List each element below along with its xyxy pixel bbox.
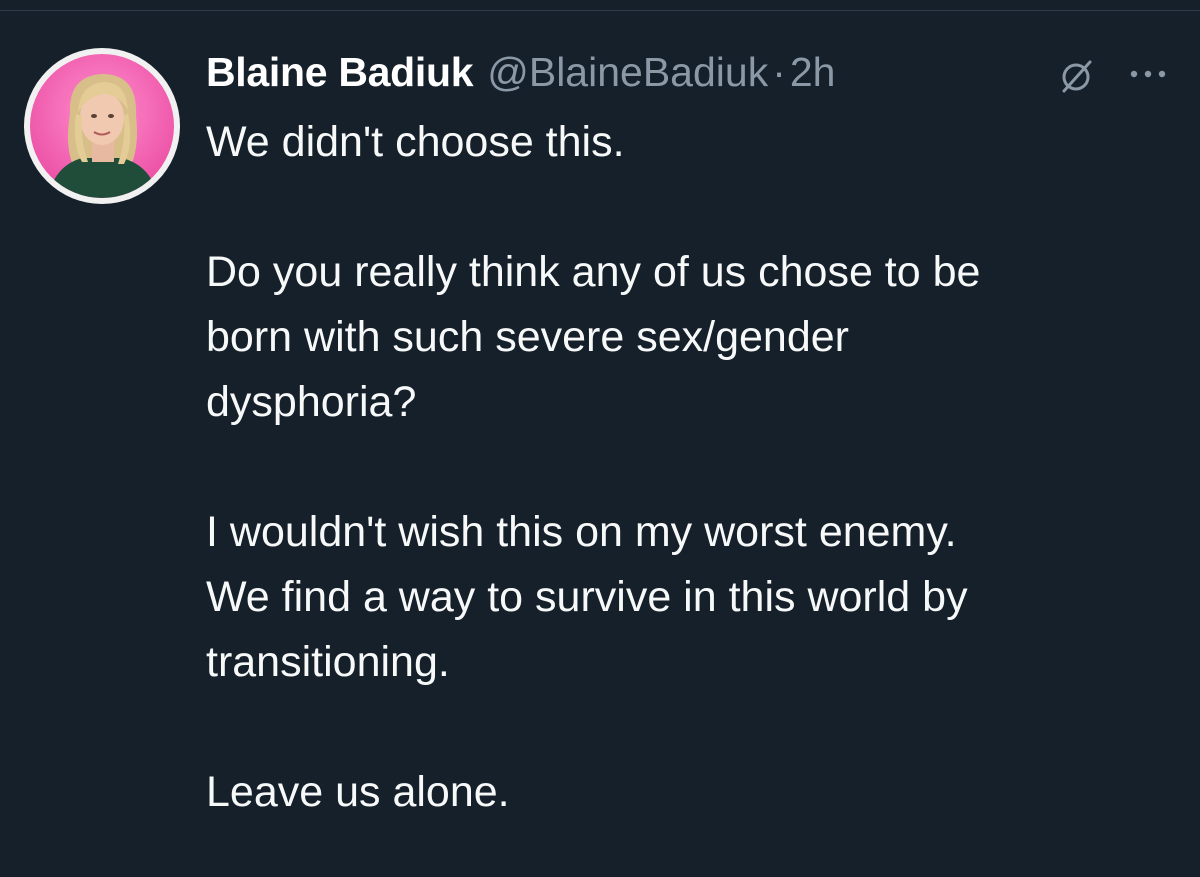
separator-dot: · <box>772 48 786 95</box>
tweet-line: dysphoria? <box>206 378 417 426</box>
tweet-line: We find a way to survive in this world b… <box>206 573 968 621</box>
author-handle[interactable]: @BlaineBadiuk <box>487 49 768 96</box>
tweet-line: Do you really think any of us chose to b… <box>206 248 981 296</box>
tweet-line: Leave us alone. <box>206 768 510 816</box>
avatar[interactable] <box>24 48 180 204</box>
more-options-icon[interactable] <box>1124 60 1172 88</box>
tweet-line: I wouldn't wish this on my worst enemy. <box>206 508 957 556</box>
top-divider <box>0 10 1200 11</box>
avatar-image <box>30 54 174 198</box>
author-display-name[interactable]: Blaine Badiuk <box>206 49 474 96</box>
tweet-body: We didn't choose this. Do you really thi… <box>206 110 1186 825</box>
tweet-timestamp[interactable]: 2h <box>790 49 836 96</box>
grok-icon[interactable] <box>1056 56 1096 96</box>
tweet-line: We didn't choose this. <box>206 118 625 166</box>
tweet-line: transitioning. <box>206 638 450 686</box>
tweet-header: Blaine Badiuk @BlaineBadiuk · 2h <box>206 44 835 100</box>
tweet-line: born with such severe sex/gender <box>206 313 849 361</box>
